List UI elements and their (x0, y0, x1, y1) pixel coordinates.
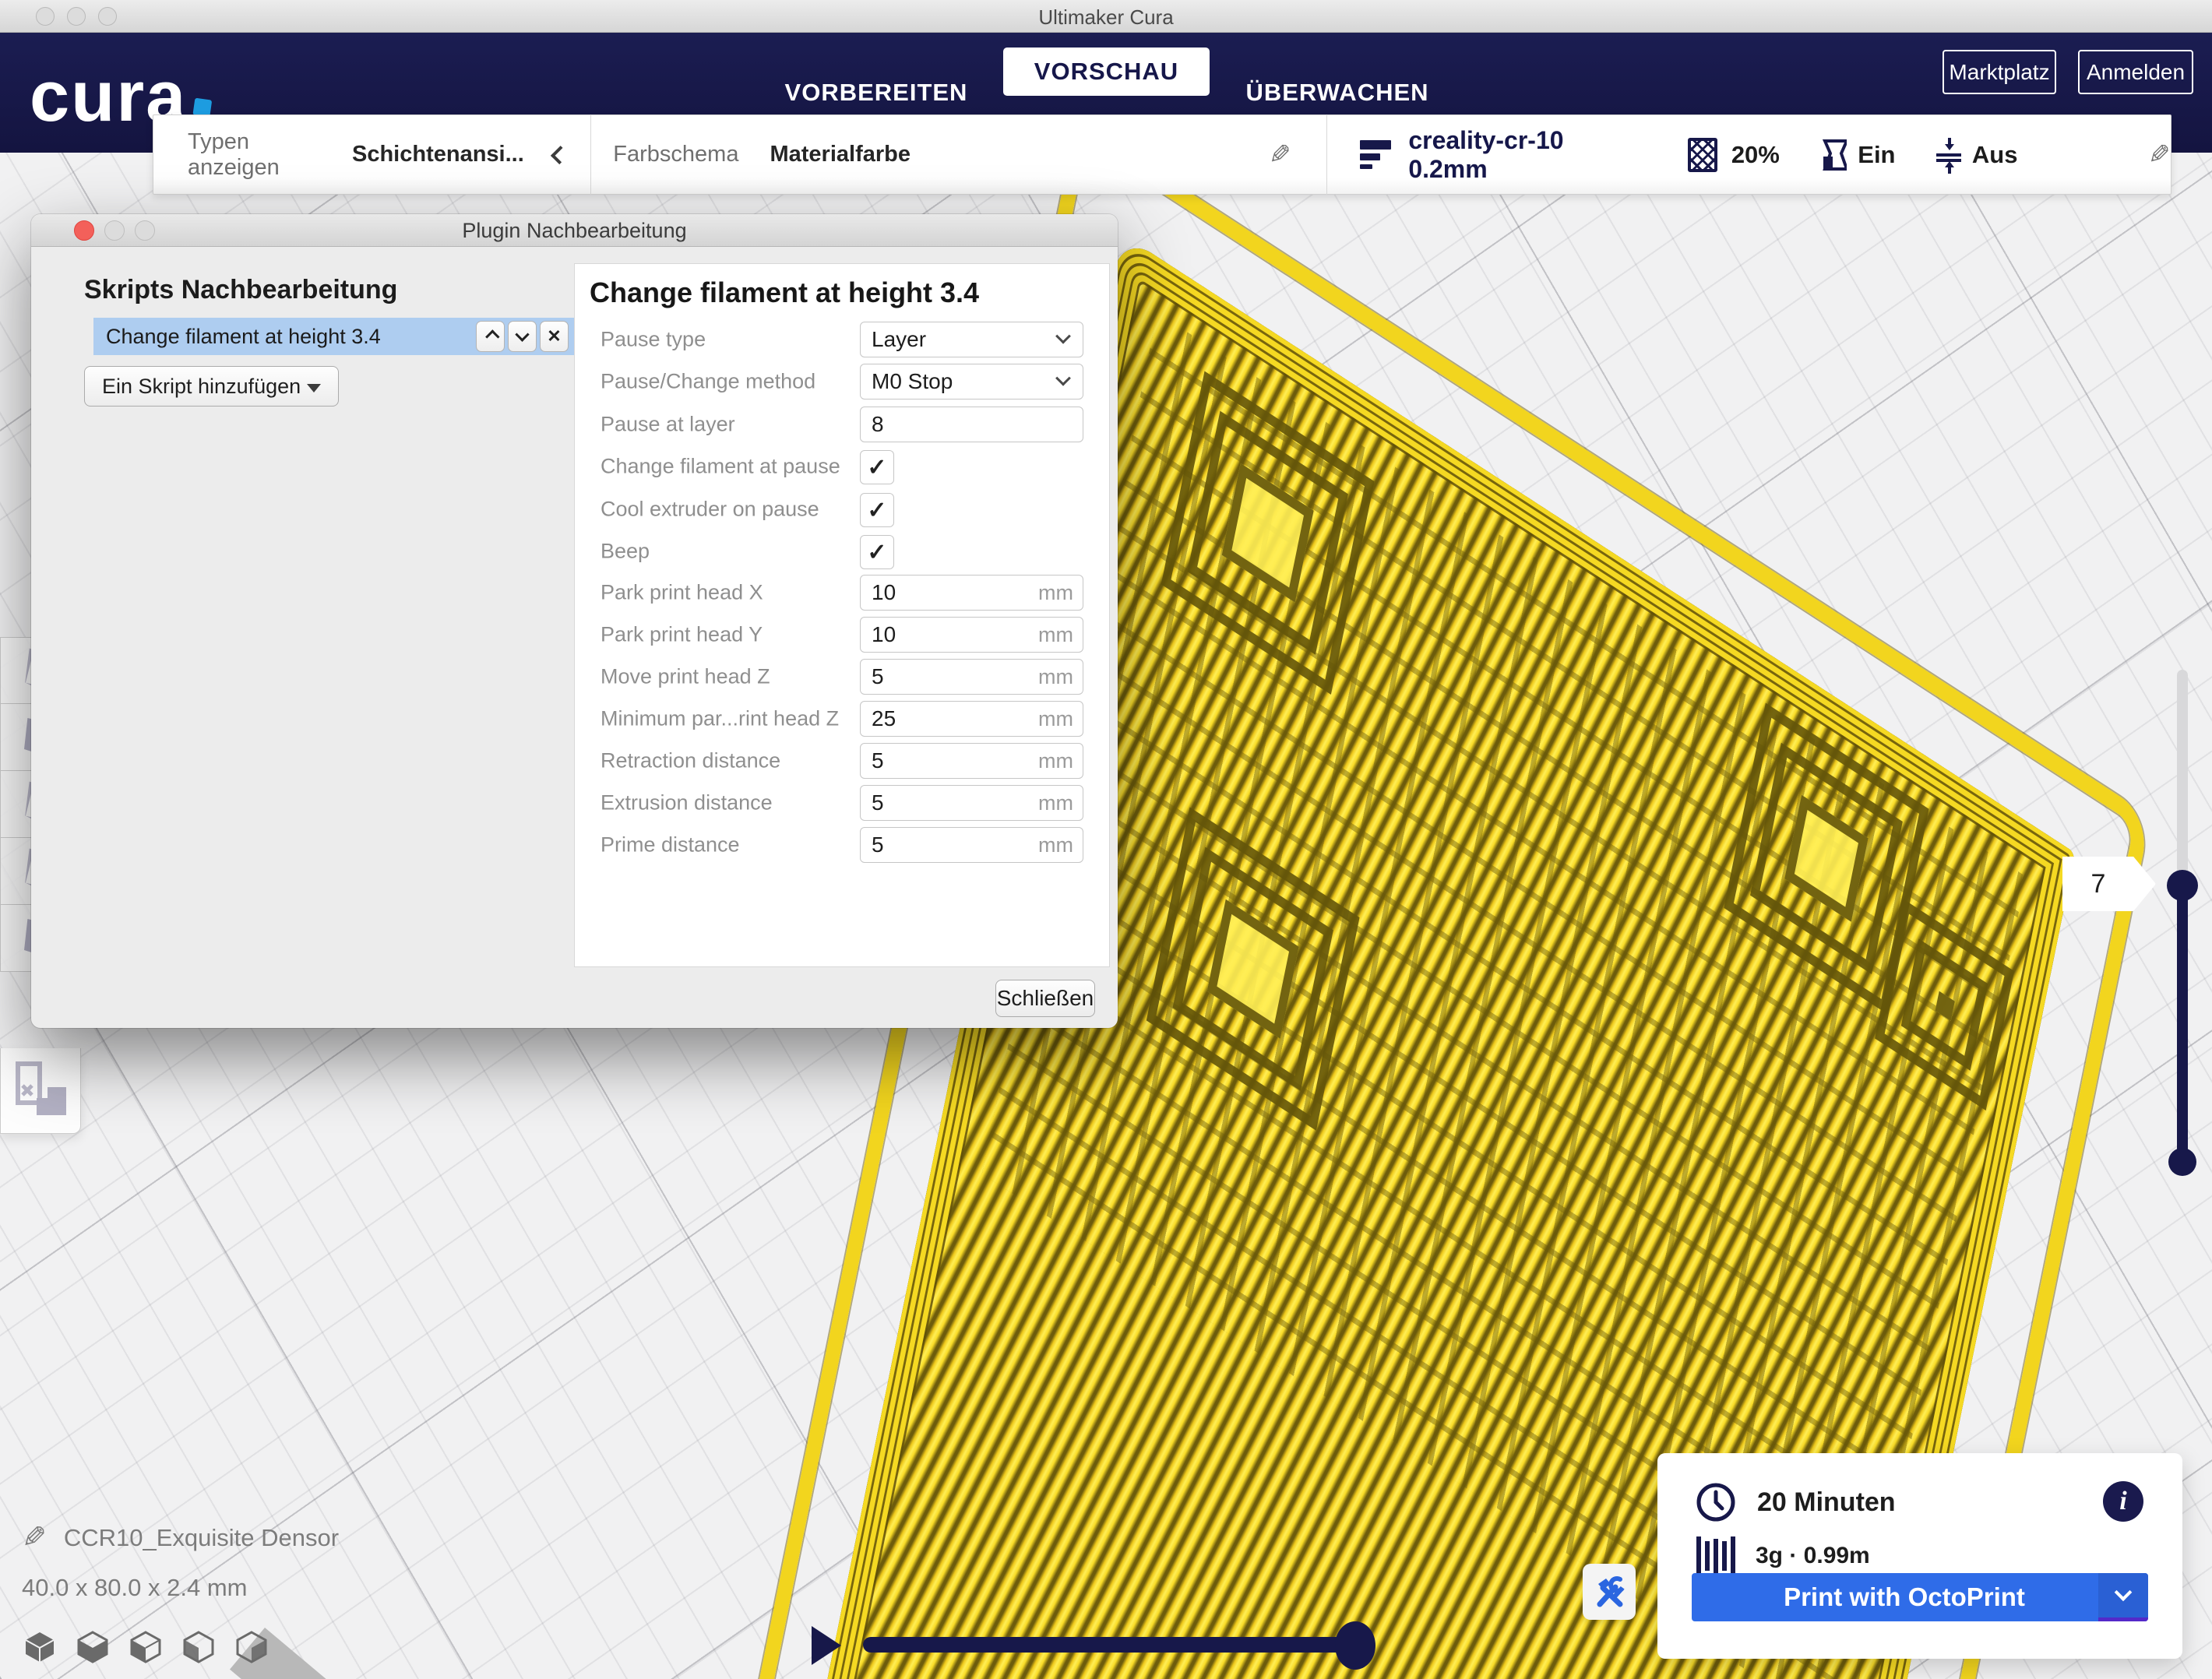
rename-model-icon[interactable]: ✎ (22, 1520, 47, 1555)
edit-view-icon[interactable]: ✎ (1269, 139, 1291, 171)
model-info: ✎ CCR10_Exquisite Densor 40.0 x 80.0 x 2… (22, 1520, 339, 1602)
beep-checkbox[interactable]: ✓ (860, 535, 894, 569)
chevron-down-icon (1055, 371, 1071, 386)
app-window: 7 ✎ CCR10_Exquisite Densor 40.0 x 80.0 x… (0, 0, 2212, 1679)
print-options-dropdown[interactable] (2098, 1573, 2148, 1621)
retraction-distance-input[interactable]: 5 mm (860, 743, 1083, 779)
add-script-button[interactable]: Ein Skript hinzufügen (84, 366, 339, 407)
hammer-wrench-icon (1592, 1575, 1626, 1609)
selected-script-row[interactable]: Change filament at height 3.4 ✕ (93, 318, 576, 355)
info-icon[interactable]: i (2103, 1481, 2143, 1522)
form-row: Retraction distance 5 mm (575, 743, 1109, 779)
script-settings-panel: Change filament at height 3.4 Pause type… (574, 263, 1110, 967)
pause-method-select[interactable]: M0 Stop (860, 364, 1083, 400)
pause-at-layer-input[interactable]: 8 (860, 407, 1083, 442)
move-script-down-button[interactable] (508, 321, 537, 352)
material-estimate: 3g · 0.99m (1756, 1543, 1870, 1569)
infill-value[interactable]: 20% (1731, 141, 1780, 169)
filament-icon (1696, 1536, 1735, 1576)
simulation-slider-handle[interactable] (1335, 1621, 1375, 1670)
view-type-value[interactable]: Schichtenansi... (352, 142, 524, 167)
script-settings-title: Change filament at height 3.4 (590, 276, 979, 309)
view-type-label: Typen anzeigen (188, 129, 321, 181)
form-row: Cool extruder on pause ✓ (575, 491, 1109, 527)
edit-print-settings-icon[interactable]: ✎ (2148, 139, 2171, 171)
park-x-input[interactable]: 10 mm (860, 575, 1083, 611)
print-time-estimate: 20 Minuten (1757, 1487, 1896, 1518)
window-title: Ultimaker Cura (0, 5, 2212, 30)
view-top-icon[interactable] (128, 1629, 164, 1665)
form-row: Park print head Y 10 mm (575, 617, 1109, 653)
form-row: Beep ✓ (575, 533, 1109, 569)
tab-preview[interactable]: VORSCHAU (1003, 48, 1210, 96)
form-row: Minimum par...rint head Z 25 mm (575, 701, 1109, 737)
move-z-input[interactable]: 5 mm (860, 659, 1083, 695)
print-profile-icon (1360, 140, 1391, 169)
model-dimensions: 40.0 x 80.0 x 2.4 mm (22, 1574, 339, 1602)
dialog-title: Plugin Nachbearbeitung (31, 219, 1118, 243)
tool-support-blocker-button[interactable] (0, 1048, 81, 1134)
chevron-up-icon (485, 329, 499, 343)
remove-script-button[interactable]: ✕ (540, 321, 569, 352)
play-button[interactable] (812, 1626, 841, 1665)
extrusion-distance-input[interactable]: 5 mm (860, 785, 1083, 821)
collapse-panel-icon[interactable] (551, 146, 569, 164)
form-row: Park print head X 10 mm (575, 575, 1109, 611)
current-layer-value: 7 (2091, 869, 2106, 899)
form-row: Move print head Z 5 mm (575, 659, 1109, 695)
script-name: Change filament at height 3.4 (106, 325, 476, 349)
pause-type-select[interactable]: Layer (860, 322, 1083, 357)
prime-distance-input[interactable]: 5 mm (860, 827, 1083, 863)
view-left-icon[interactable] (181, 1629, 217, 1665)
simulation-slider-track[interactable] (863, 1637, 1369, 1653)
print-profile-value[interactable]: creality-cr-10 0.2mm (1408, 126, 1609, 184)
color-scheme-label: Farbschema (613, 142, 738, 167)
adhesion-icon (1932, 135, 1961, 175)
form-row: Change filament at pause ✓ (575, 449, 1109, 484)
print-settings-quick-button[interactable] (1583, 1564, 1636, 1620)
form-row: Pause at layer 8 (575, 407, 1109, 442)
layer-slider-range[interactable] (2177, 885, 2188, 1166)
adhesion-value[interactable]: Aus (1972, 141, 2018, 169)
print-summary-card: 20 Minuten i 3g · 0.99m Print with OctoP… (1657, 1453, 2182, 1659)
view-front-icon[interactable] (75, 1629, 111, 1665)
chevron-down-icon (515, 327, 529, 341)
layer-slider-bottom-handle[interactable] (2168, 1148, 2196, 1176)
check-icon: ✓ (867, 454, 886, 481)
view-options-toolbar: Typen anzeigen Schichtenansi... Farbsche… (153, 114, 2171, 195)
model-name: CCR10_Exquisite Densor (64, 1524, 339, 1552)
close-dialog-button[interactable]: Schließen (995, 980, 1095, 1017)
support-blocker-icon (1, 1048, 81, 1134)
check-icon: ✓ (867, 497, 886, 524)
form-row: Extrusion distance 5 mm (575, 785, 1109, 821)
marketplace-button[interactable]: Marktplatz (1943, 50, 2056, 94)
window-titlebar: Ultimaker Cura (0, 0, 2212, 33)
dialog-titlebar[interactable]: Plugin Nachbearbeitung (31, 214, 1118, 247)
camera-view-buttons (22, 1629, 269, 1665)
view-right-icon[interactable] (234, 1629, 269, 1665)
view-3d-icon[interactable] (22, 1629, 58, 1665)
chevron-down-icon (1055, 329, 1071, 344)
caret-down-icon (307, 384, 321, 392)
chevron-down-icon (2115, 1583, 2133, 1601)
move-script-up-button[interactable] (476, 321, 505, 352)
post-processing-dialog: Plugin Nachbearbeitung Skripts Nachbearb… (31, 214, 1118, 1028)
park-y-input[interactable]: 10 mm (860, 617, 1083, 653)
sign-in-button[interactable]: Anmelden (2078, 50, 2193, 94)
form-row: Prime distance 5 mm (575, 827, 1109, 863)
minimum-park-z-input[interactable]: 25 mm (860, 701, 1083, 737)
form-row: Pause type Layer (575, 322, 1109, 357)
support-icon (1817, 136, 1847, 174)
layer-slider-top-handle[interactable] (2167, 870, 2198, 901)
form-row: Pause/Change method M0 Stop (575, 364, 1109, 400)
cool-extruder-checkbox[interactable]: ✓ (860, 493, 894, 527)
scripts-heading: Skripts Nachbearbeitung (84, 275, 397, 305)
check-icon: ✓ (867, 539, 886, 566)
change-filament-checkbox[interactable]: ✓ (860, 450, 894, 484)
support-value[interactable]: Ein (1858, 141, 1895, 169)
clock-icon (1695, 1481, 1737, 1523)
infill-icon (1688, 138, 1717, 172)
color-scheme-value[interactable]: Materialfarbe (770, 142, 911, 167)
print-with-octoprint-button[interactable]: Print with OctoPrint (1692, 1573, 2148, 1621)
